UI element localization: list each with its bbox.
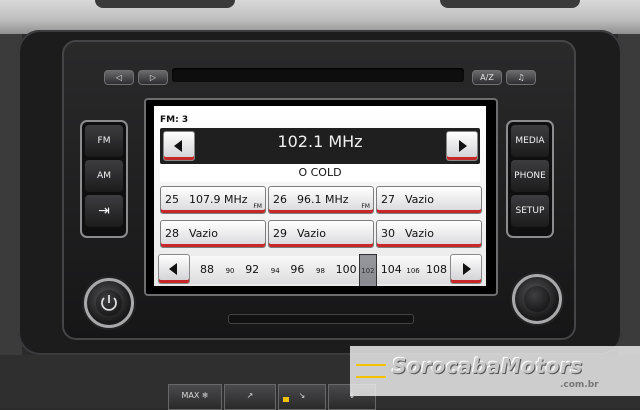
az-button[interactable]: A/Z bbox=[472, 70, 502, 85]
prev-station-button[interactable] bbox=[163, 131, 195, 161]
preset-number: 29 bbox=[273, 227, 287, 240]
airflow-face-button[interactable]: ↗ bbox=[224, 384, 276, 410]
seek-back-button[interactable]: ◁ bbox=[104, 70, 134, 85]
tune-knob[interactable] bbox=[512, 274, 562, 324]
cd-slot bbox=[172, 68, 464, 82]
arrow-left-icon bbox=[174, 140, 182, 152]
current-frequency: 102.1 MHz bbox=[277, 132, 363, 151]
source-icon[interactable]: ⇥ bbox=[85, 195, 123, 227]
tuner-tick-88: 88 bbox=[200, 263, 214, 276]
max-defrost-button[interactable]: MAX ❄ bbox=[168, 384, 222, 410]
band-label: FM: 3 bbox=[160, 115, 189, 125]
phone-button[interactable]: PHONE bbox=[511, 160, 549, 192]
preset-28[interactable]: 28 Vazio bbox=[160, 220, 266, 248]
preset-number: 27 bbox=[381, 193, 395, 206]
preset-26[interactable]: 26 96.1 MHz FM bbox=[268, 186, 374, 214]
arrow-right-icon bbox=[463, 263, 471, 275]
next-station-button[interactable] bbox=[446, 131, 478, 161]
am-button[interactable]: AM bbox=[85, 160, 123, 192]
max-defrost-icon: MAX ❄ bbox=[181, 391, 209, 400]
preset-29[interactable]: 29 Vazio bbox=[268, 220, 374, 248]
tune-down-button[interactable] bbox=[158, 254, 190, 284]
airflow-feet-icon: ↘ bbox=[298, 391, 306, 400]
arrow-right-icon bbox=[459, 140, 467, 152]
media-button[interactable]: MEDIA bbox=[511, 125, 549, 157]
preset-25[interactable]: 25 107.9 MHz FM bbox=[160, 186, 266, 214]
preset-value: Vazio bbox=[189, 227, 218, 240]
volume-power-knob[interactable] bbox=[84, 278, 134, 328]
air-vent-right bbox=[440, 0, 580, 8]
preset-30[interactable]: 30 Vazio bbox=[376, 220, 482, 248]
preset-number: 26 bbox=[273, 193, 287, 206]
tuner-tick-98: 98 bbox=[316, 267, 325, 275]
airflow-feet-button[interactable]: ↘ bbox=[278, 384, 326, 410]
tuner-tick-92: 92 bbox=[245, 263, 260, 276]
preset-tag: FM bbox=[253, 203, 262, 210]
preset-value: Vazio bbox=[405, 193, 434, 206]
preset-value: Vazio bbox=[405, 227, 434, 240]
preset-tag: FM bbox=[361, 203, 370, 210]
air-vent-left bbox=[95, 0, 235, 8]
sd-card-slot bbox=[228, 314, 414, 324]
left-button-group: FM AM ⇥ bbox=[80, 120, 128, 238]
tuner-tick-104: 104 bbox=[380, 263, 402, 276]
preset-number: 30 bbox=[381, 227, 395, 240]
tuner-scale[interactable]: 889092949698100102104106108 bbox=[158, 256, 482, 284]
airflow-face-icon: ↗ bbox=[246, 391, 254, 400]
arrow-left-icon bbox=[169, 263, 177, 275]
tune-up-button[interactable] bbox=[450, 254, 482, 284]
preset-value: 96.1 MHz bbox=[297, 193, 349, 206]
fm-button[interactable]: FM bbox=[85, 125, 123, 157]
rds-station-text: O COLD bbox=[160, 164, 480, 182]
right-button-group: MEDIA PHONE SETUP bbox=[506, 120, 554, 238]
preset-value: 107.9 MHz bbox=[189, 193, 248, 206]
radio-display: FM: 3 102.1 MHz O COLD 25 107.9 MHz FM 2… bbox=[154, 106, 486, 286]
preset-27[interactable]: 27 Vazio bbox=[376, 186, 482, 214]
seek-back-icon: ◁ bbox=[115, 73, 123, 82]
power-icon bbox=[96, 290, 122, 316]
tuner-tick-96: 96 bbox=[290, 263, 305, 276]
watermark-domain: .com.br bbox=[560, 380, 599, 390]
seek-forward-button[interactable]: ▷ bbox=[138, 70, 168, 85]
tuner-tick-106: 106 bbox=[406, 267, 420, 275]
watermark-logo: SorocabaMotors bbox=[392, 354, 583, 378]
indicator-led bbox=[283, 397, 289, 402]
preset-value: Vazio bbox=[297, 227, 326, 240]
watermark-speed-lines bbox=[356, 364, 386, 378]
tuner-tick-108: 108 bbox=[426, 263, 447, 276]
seek-forward-icon: ▷ bbox=[149, 73, 157, 82]
media-music-button[interactable]: ♫ bbox=[506, 70, 536, 85]
preset-number: 28 bbox=[165, 227, 179, 240]
music-note-icon: ♫ bbox=[517, 73, 525, 82]
tuner-cursor[interactable] bbox=[359, 254, 378, 286]
setup-button[interactable]: SETUP bbox=[511, 195, 549, 227]
preset-number: 25 bbox=[165, 193, 179, 206]
tuner-tick-100: 100 bbox=[335, 263, 357, 276]
az-label: A/Z bbox=[480, 73, 494, 82]
tuner-tick-94: 94 bbox=[270, 267, 280, 275]
tuner-tick-90: 90 bbox=[225, 267, 235, 275]
